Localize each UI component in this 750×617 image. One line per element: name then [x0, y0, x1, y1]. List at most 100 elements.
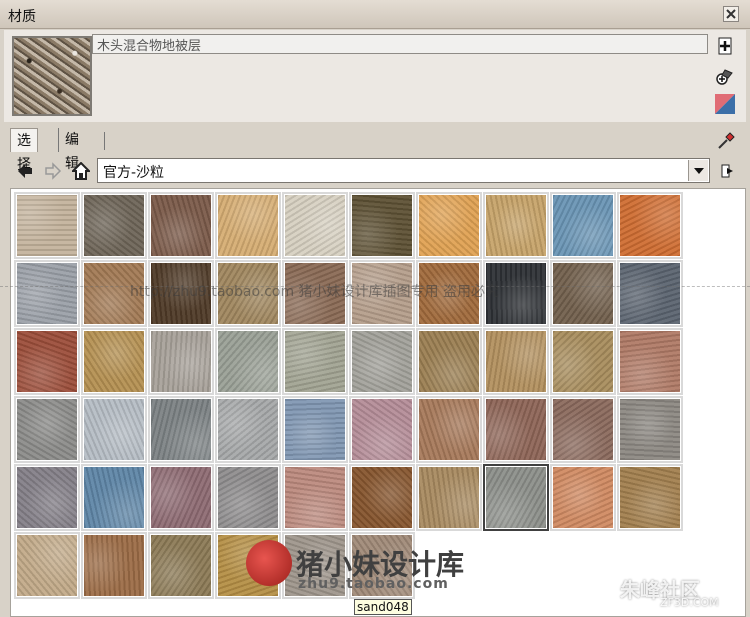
material-swatch[interactable]: [416, 192, 482, 259]
material-swatch[interactable]: [550, 464, 616, 531]
material-swatch[interactable]: [148, 192, 214, 259]
material-swatch[interactable]: [14, 260, 80, 327]
close-button[interactable]: [723, 6, 739, 22]
swatch-texture: [553, 263, 613, 324]
swatch-texture: [17, 195, 77, 256]
swatch-texture: [486, 467, 546, 528]
default-material-icon: [715, 94, 735, 114]
material-swatch[interactable]: [148, 328, 214, 395]
material-swatch[interactable]: [14, 396, 80, 463]
material-swatch[interactable]: [550, 328, 616, 395]
swatch-texture: [620, 467, 680, 528]
material-swatch[interactable]: [617, 396, 683, 463]
material-swatch[interactable]: [349, 328, 415, 395]
material-swatch[interactable]: [215, 328, 281, 395]
material-swatch[interactable]: [282, 464, 348, 531]
watermark-text: http://zhu9.taobao.com 猪小妹设计库插图专用 盗用必究: [130, 284, 500, 300]
material-info-panel: [4, 30, 746, 122]
material-swatch[interactable]: [282, 396, 348, 463]
back-button[interactable]: [14, 160, 36, 182]
swatch-texture: [352, 399, 412, 460]
swatch-texture: [17, 535, 77, 596]
swatch-texture: [553, 399, 613, 460]
details-button[interactable]: [716, 160, 738, 182]
swatch-texture: [17, 331, 77, 392]
material-swatch[interactable]: [416, 328, 482, 395]
swatch-texture: [151, 331, 211, 392]
material-swatch[interactable]: [81, 328, 147, 395]
default-material-button[interactable]: [715, 94, 735, 114]
material-swatch[interactable]: [617, 192, 683, 259]
material-swatch[interactable]: [617, 328, 683, 395]
swatch-texture: [84, 467, 144, 528]
material-swatch[interactable]: [215, 464, 281, 531]
chevron-down-icon: [693, 167, 704, 174]
paint-material-button[interactable]: [715, 66, 735, 86]
details-arrow-icon: [721, 164, 733, 178]
material-swatch[interactable]: [148, 396, 214, 463]
material-swatch[interactable]: [282, 192, 348, 259]
material-swatch[interactable]: [349, 396, 415, 463]
close-icon: [726, 9, 736, 19]
material-swatch[interactable]: [550, 192, 616, 259]
material-swatch[interactable]: [215, 192, 281, 259]
swatch-tooltip: sand048: [354, 599, 412, 615]
material-swatch[interactable]: [282, 328, 348, 395]
swatch-texture: [620, 399, 680, 460]
material-swatch[interactable]: [215, 396, 281, 463]
swatch-texture: [553, 195, 613, 256]
swatch-texture: [419, 195, 479, 256]
material-swatch[interactable]: [14, 464, 80, 531]
forward-button[interactable]: [42, 160, 64, 182]
material-swatch[interactable]: [14, 532, 80, 599]
material-swatch[interactable]: [550, 260, 616, 327]
swatch-texture: [553, 467, 613, 528]
tab-edit[interactable]: 编辑: [58, 128, 85, 172]
corner-watermark-url: ZF3D.COM: [660, 596, 719, 609]
material-swatch[interactable]: [349, 192, 415, 259]
swatch-texture: [620, 195, 680, 256]
swatch-texture: [352, 195, 412, 256]
collection-dropdown[interactable]: 官方-沙粒: [97, 158, 710, 183]
material-swatch[interactable]: [550, 396, 616, 463]
swatch-texture: [285, 467, 345, 528]
material-swatch[interactable]: [81, 396, 147, 463]
material-swatch[interactable]: [349, 464, 415, 531]
swatch-texture: [553, 331, 613, 392]
material-swatch[interactable]: [148, 532, 214, 599]
create-material-icon: [718, 37, 732, 55]
sample-paint-button[interactable]: [716, 131, 736, 151]
material-grid: [14, 192, 683, 599]
swatch-texture: [17, 467, 77, 528]
swatch-texture: [84, 535, 144, 596]
swatch-texture: [218, 399, 278, 460]
swatch-texture: [218, 331, 278, 392]
material-swatch[interactable]: [617, 464, 683, 531]
create-material-button[interactable]: [715, 36, 735, 56]
swatch-texture: [84, 195, 144, 256]
material-swatch[interactable]: [416, 464, 482, 531]
material-swatch[interactable]: [14, 192, 80, 259]
material-swatch[interactable]: [148, 464, 214, 531]
swatch-texture: [17, 263, 77, 324]
material-swatch[interactable]: [416, 396, 482, 463]
home-button[interactable]: [70, 160, 92, 182]
dropdown-button[interactable]: [688, 160, 708, 181]
swatch-texture: [486, 399, 546, 460]
material-name-field[interactable]: [92, 34, 708, 54]
material-swatch[interactable]: [483, 328, 549, 395]
swatch-texture: [285, 331, 345, 392]
material-swatch[interactable]: [81, 464, 147, 531]
tab-select[interactable]: 选择: [10, 128, 38, 173]
swatch-texture: [151, 467, 211, 528]
swatch-texture: [620, 263, 680, 324]
material-swatch[interactable]: [81, 192, 147, 259]
tab-divider: [104, 132, 105, 150]
swatch-texture: [151, 399, 211, 460]
material-swatch[interactable]: [483, 396, 549, 463]
material-swatch[interactable]: [483, 192, 549, 259]
material-swatch[interactable]: [617, 260, 683, 327]
material-swatch[interactable]: [483, 464, 549, 531]
material-swatch[interactable]: [81, 532, 147, 599]
material-swatch[interactable]: [14, 328, 80, 395]
